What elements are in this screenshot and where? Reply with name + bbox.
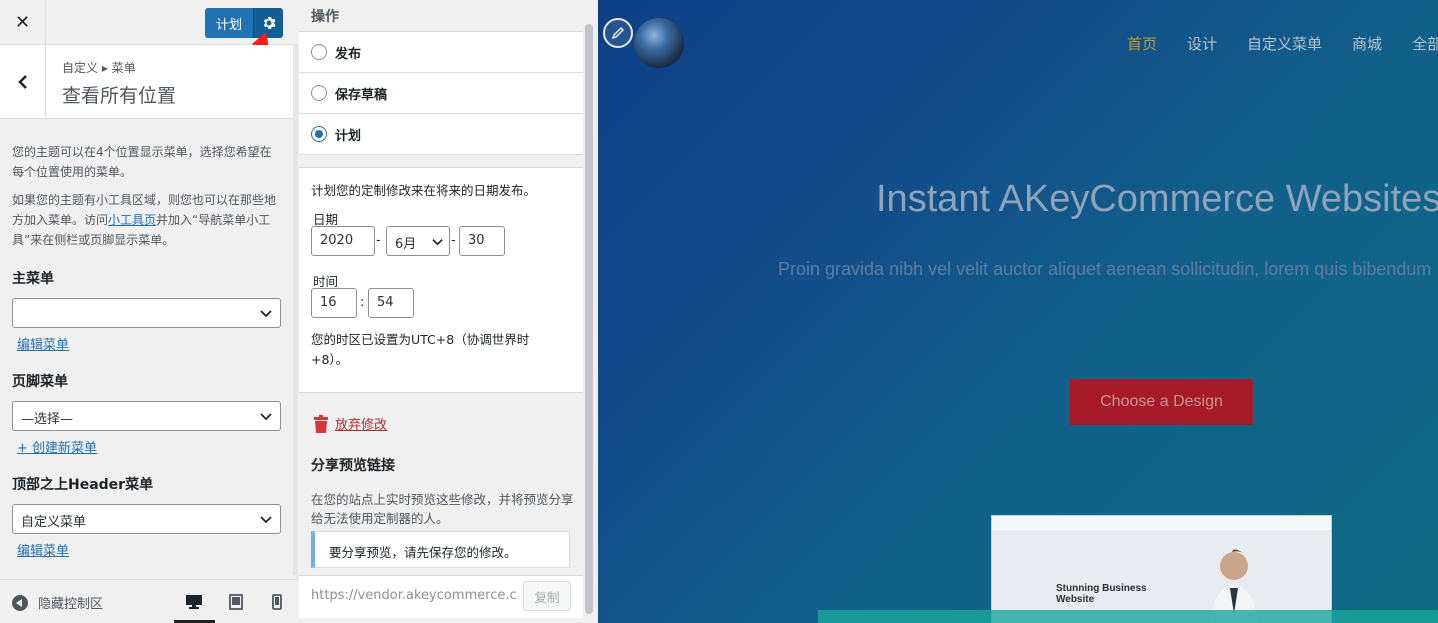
- edit-shortcut-button[interactable]: [603, 18, 633, 48]
- share-link-row: https://vendor.akeycommerce.com 复制: [299, 575, 583, 618]
- site-logo[interactable]: [634, 18, 684, 68]
- radio-publish[interactable]: [311, 44, 327, 60]
- actions-heading: 操作: [311, 9, 339, 25]
- edit-menu-link[interactable]: 编辑菜单: [17, 540, 69, 559]
- menu-select[interactable]: [12, 298, 281, 328]
- breadcrumb: 自定义 ▸ 菜单: [62, 61, 136, 75]
- site-preview: 首页 设计 自定义菜单 商城 全部 Instant AKeyCommerce W…: [598, 0, 1438, 623]
- site-nav: 首页 设计 自定义菜单 商城 全部: [1127, 33, 1438, 54]
- back-button[interactable]: [0, 45, 46, 119]
- hero-title: Instant AKeyCommerce Websites: [876, 178, 1438, 220]
- collapse-icon: [12, 594, 28, 611]
- radio-schedule[interactable]: [311, 126, 327, 142]
- customizer-header: ✕ 计划: [0, 0, 298, 86]
- desktop-preview-button[interactable]: [184, 592, 204, 612]
- year-input[interactable]: 2020: [311, 226, 375, 256]
- menu-select[interactable]: 自定义菜单: [12, 504, 281, 534]
- desktop-icon: [186, 595, 202, 609]
- discard-changes-button[interactable]: 放弃修改: [313, 414, 387, 433]
- customizer-sidebar: ✕ 计划 自定义 ▸ 菜单 查看所有位置 您的主题可以在4个位置显示菜单，选择您…: [0, 0, 298, 623]
- edit-menu-link[interactable]: 编辑菜单: [17, 334, 69, 353]
- share-preview-notice: 要分享预览，请先保存您的修改。: [311, 531, 570, 568]
- section-header: 自定义 ▸ 菜单 查看所有位置: [0, 45, 294, 119]
- timezone-note: 您的时区已设置为UTC+8（协调世界时+8）。: [311, 332, 530, 367]
- option-label: 保存草稿: [335, 87, 388, 103]
- hero-subtitle: Proin gravida nibh vel velit auctor aliq…: [778, 259, 1432, 279]
- option-label: 发布: [335, 46, 362, 62]
- menu-location-footer: 页脚菜单 —选择— + 创建新菜单: [12, 371, 282, 456]
- choose-design-button[interactable]: Choose a Design: [1070, 379, 1253, 425]
- nav-item-home[interactable]: 首页: [1127, 33, 1157, 54]
- share-preview-description: 在您的站点上实时预览这些修改，并将预览分享给无法使用定制器的人。: [311, 492, 574, 526]
- share-preview-title: 分享预览链接: [311, 458, 395, 474]
- menu-select[interactable]: —选择—: [12, 401, 281, 431]
- nav-item-all[interactable]: 全部: [1412, 33, 1438, 54]
- sidebar-scrollbar[interactable]: [293, 45, 298, 575]
- menu-location-primary: 主菜单 编辑菜单: [12, 268, 282, 353]
- section-title: 查看所有位置: [62, 85, 177, 107]
- menu-locations-content: 您的主题可以在4个位置显示菜单，选择您希望在每个位置使用的菜单。 如果您的主题有…: [0, 120, 294, 575]
- locations-description: 您的主题可以在4个位置显示菜单，选择您希望在每个位置使用的菜单。: [12, 145, 272, 179]
- design-mockup-image: Stunning Business Website: [991, 515, 1332, 623]
- schedule-intro: 计划您的定制修改来在将来的日期发布。: [311, 183, 537, 198]
- time-separator: :: [360, 295, 365, 310]
- chevron-down-icon: [432, 239, 443, 246]
- settings-scrollbar[interactable]: [585, 24, 593, 614]
- option-schedule[interactable]: 计划: [299, 113, 583, 155]
- radio-save-draft[interactable]: [311, 85, 327, 101]
- chevron-left-icon: [17, 75, 27, 89]
- date-separator: -: [376, 233, 381, 248]
- mobile-icon: [272, 594, 282, 610]
- discard-label: 放弃修改: [335, 418, 388, 433]
- menu-location-title: 主菜单: [12, 271, 54, 287]
- nav-item-design[interactable]: 设计: [1187, 33, 1217, 54]
- widgets-page-link[interactable]: 小工具页: [108, 213, 156, 227]
- month-select[interactable]: 6月: [386, 226, 450, 256]
- mockup-nav: [992, 516, 1331, 530]
- menu-location-header-top: 顶部之上Header菜单 自定义菜单 编辑菜单: [12, 474, 282, 559]
- footer-strip: [818, 610, 1438, 623]
- copy-button[interactable]: 复制: [523, 581, 571, 611]
- widgets-description: 如果您的主题有小工具区域，则您也可以在那些地方加入菜单。访问小工具页并加入“导航…: [12, 190, 282, 250]
- nav-item-shop[interactable]: 商城: [1352, 33, 1382, 54]
- option-save-draft[interactable]: 保存草稿: [299, 72, 583, 113]
- close-button[interactable]: ✕: [0, 0, 46, 45]
- chevron-down-icon: [260, 310, 272, 318]
- tablet-icon: [229, 594, 243, 610]
- minute-input[interactable]: 54: [368, 288, 414, 318]
- hour-input[interactable]: 16: [311, 288, 357, 318]
- pencil-icon: [611, 26, 625, 40]
- date-separator: -: [451, 233, 456, 248]
- hide-controls-button[interactable]: 隐藏控制区: [12, 593, 103, 612]
- mobile-preview-button[interactable]: [267, 592, 287, 612]
- trash-icon: [314, 414, 328, 433]
- chevron-down-icon: [260, 516, 272, 524]
- gear-icon: [263, 16, 276, 30]
- tablet-preview-button[interactable]: [226, 592, 246, 612]
- schedule-settings: 计划您的定制修改来在将来的日期发布。 日期 2020 - 6月 - 30 时间 …: [299, 167, 583, 393]
- mockup-title: Stunning Business Website: [1056, 583, 1147, 605]
- hide-controls-label: 隐藏控制区: [38, 597, 104, 612]
- menu-location-title: 页脚菜单: [12, 374, 68, 390]
- menu-location-title: 顶部之上Header菜单: [12, 477, 154, 493]
- chevron-down-icon: [260, 413, 272, 421]
- option-label: 计划: [335, 128, 362, 144]
- menu-select-value: 自定义菜单: [21, 515, 87, 530]
- share-url-field[interactable]: https://vendor.akeycommerce.com: [311, 588, 517, 603]
- nav-item-custom-menu[interactable]: 自定义菜单: [1247, 33, 1322, 54]
- menu-select-value: —选择—: [21, 412, 74, 427]
- close-icon: ✕: [14, 12, 31, 33]
- publish-settings-panel: 操作 发布 保存草稿 计划 计划您的定制修改来在将来的日期发布。 日期 2020…: [299, 0, 598, 623]
- create-menu-link[interactable]: + 创建新菜单: [17, 437, 97, 456]
- option-publish[interactable]: 发布: [299, 31, 583, 72]
- month-value: 6月: [395, 237, 417, 252]
- day-input[interactable]: 30: [459, 226, 505, 256]
- customizer-footer: 隐藏控制区: [0, 579, 298, 623]
